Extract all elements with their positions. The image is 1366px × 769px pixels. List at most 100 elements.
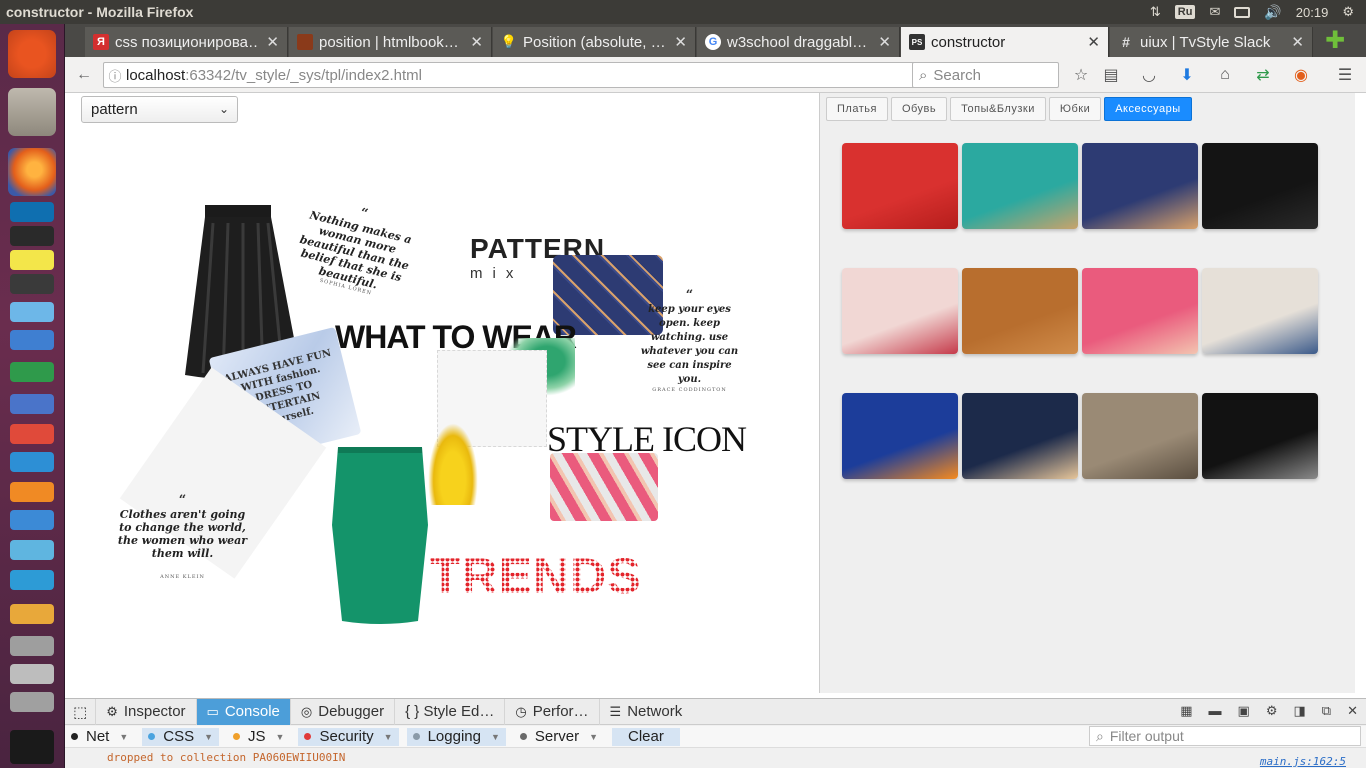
close-icon[interactable]: ✕ xyxy=(1291,33,1304,51)
product-orange-slice-clutch[interactable] xyxy=(842,393,958,479)
console-source-link[interactable]: main.js:162:5 xyxy=(1260,755,1346,768)
filter-net[interactable]: Net ▼ xyxy=(65,728,134,746)
search-input[interactable]: ⌕ Search xyxy=(912,62,1059,88)
tab-style-editor[interactable]: { } Style Ed… xyxy=(395,698,506,725)
close-devtools-icon[interactable]: ✕ xyxy=(1347,703,1358,719)
product-teal-tassel-clutch[interactable] xyxy=(962,143,1078,229)
tab-network[interactable]: ☰ Network xyxy=(600,699,693,725)
tab-skirts[interactable]: Юбки xyxy=(1048,97,1102,121)
tab-constructor[interactable]: PS constructor ✕ xyxy=(901,27,1109,57)
dock-side-icon[interactable]: ◨ xyxy=(1294,703,1306,719)
tab-css-positioning[interactable]: Я css позиционирова… ✕ xyxy=(85,27,288,57)
pocket-icon[interactable]: ◡ xyxy=(1139,65,1159,85)
fonts-icon[interactable] xyxy=(10,482,54,502)
skype-icon[interactable] xyxy=(10,452,54,472)
sync-arrows-icon[interactable]: ⇄ xyxy=(1253,65,1273,85)
firefox-icon[interactable] xyxy=(8,148,56,196)
product-floral-clutch[interactable] xyxy=(842,268,958,354)
undock-icon[interactable]: ⧉ xyxy=(1322,703,1331,719)
filter-output-input[interactable]: ⌕ Filter output xyxy=(1089,726,1361,746)
volume-icon[interactable]: 🔊 xyxy=(1264,4,1281,21)
dropdown-arrow-icon[interactable]: ▼ xyxy=(589,732,598,742)
product-navy-print-clutch[interactable] xyxy=(1082,143,1198,229)
new-tab-plus-icon[interactable]: ✚ xyxy=(1320,27,1350,57)
app4-icon[interactable] xyxy=(10,604,54,624)
quote-coddington-card[interactable]: “ keep your eyes open. keep watching. us… xyxy=(637,288,742,393)
settings-icon[interactable] xyxy=(10,330,54,350)
dropdown-arrow-icon[interactable]: ▼ xyxy=(491,732,500,742)
close-icon[interactable]: ✕ xyxy=(266,33,279,51)
product-black-clutch[interactable] xyxy=(1202,143,1318,229)
yellow-splash-image[interactable] xyxy=(428,423,478,505)
clock[interactable]: 20:19 xyxy=(1296,5,1329,20)
split-console-icon[interactable]: ▬ xyxy=(1209,703,1222,719)
app3-icon[interactable] xyxy=(10,570,54,590)
url-bar[interactable]: ⓘ localhost :63342/tv_style/_sys/tpl/ind… xyxy=(103,62,971,88)
dropdown-arrow-icon[interactable]: ▼ xyxy=(276,732,285,742)
terminal-icon[interactable] xyxy=(10,250,54,270)
filter-js[interactable]: JS ▼ xyxy=(227,728,290,746)
tab-slack[interactable]: # uiux | TvStyle Slack ✕ xyxy=(1110,27,1313,57)
product-studded-black-clutch[interactable] xyxy=(1202,393,1318,479)
workspace-icon[interactable] xyxy=(10,636,54,656)
tab-position-absolute[interactable]: 💡 Position (absolute, … ✕ xyxy=(493,27,696,57)
gear-icon[interactable]: ⚙ xyxy=(1266,703,1278,719)
reading-list-icon[interactable]: ▤ xyxy=(1101,65,1121,85)
pycharm-icon[interactable] xyxy=(10,226,54,246)
workspace3-icon[interactable] xyxy=(10,692,54,712)
tab-htmlbook[interactable]: position | htmlbook… ✕ xyxy=(289,27,492,57)
filter-server[interactable]: Server ▼ xyxy=(514,728,604,746)
pink-triangle-clutch-image[interactable] xyxy=(550,453,658,521)
green-pencil-skirt-image[interactable] xyxy=(330,445,430,625)
dropdown-arrow-icon[interactable]: ▼ xyxy=(384,732,393,742)
keyboard-layout-indicator[interactable]: Ru xyxy=(1174,5,1196,19)
product-pink-triangle-clutch[interactable] xyxy=(1082,268,1198,354)
impress-icon[interactable] xyxy=(10,424,54,444)
power-gear-icon[interactable]: ⚙ xyxy=(1342,4,1354,20)
tab-debugger[interactable]: ◎ Debugger xyxy=(291,698,396,725)
product-tribal-clutch[interactable] xyxy=(962,393,1078,479)
ubuntu-dash-icon[interactable] xyxy=(8,30,56,78)
website-copier-icon[interactable] xyxy=(10,730,54,764)
tab-tops-blouses[interactable]: Топы&Блузки xyxy=(950,97,1046,121)
software-icon[interactable] xyxy=(10,302,54,322)
product-snakeskin-clutch[interactable] xyxy=(1082,393,1198,479)
home-icon[interactable]: ⌂ xyxy=(1215,65,1235,85)
product-paisley-clutch[interactable] xyxy=(1202,268,1318,354)
filter-security[interactable]: Security ▼ xyxy=(298,727,399,746)
files-icon[interactable] xyxy=(8,88,56,136)
tab-inspector[interactable]: ⚙ Inspector xyxy=(96,698,197,725)
mail-icon[interactable]: ✉ xyxy=(1209,4,1220,20)
close-icon[interactable]: ✕ xyxy=(878,33,891,51)
quote-klein-card[interactable]: “ Clothes aren't going to change the wor… xyxy=(115,493,250,608)
trends-title[interactable]: TRENDS xyxy=(430,547,642,605)
layout-icon[interactable]: ▦ xyxy=(1180,703,1192,719)
dropdown-arrow-icon[interactable]: ▼ xyxy=(119,732,128,742)
tab-shoes[interactable]: Обувь xyxy=(890,97,948,121)
extension-icon[interactable]: ◉ xyxy=(1291,65,1311,85)
close-icon[interactable]: ✕ xyxy=(1087,33,1100,51)
tab-dresses[interactable]: Платья xyxy=(826,97,888,121)
menu-hamburger-icon[interactable]: ☰ xyxy=(1335,65,1355,85)
clear-button[interactable]: Clear xyxy=(612,727,680,746)
calc-icon[interactable] xyxy=(10,362,54,382)
workspace2-icon[interactable] xyxy=(10,664,54,684)
webstorm-icon[interactable] xyxy=(10,202,54,222)
info-icon[interactable]: ⓘ xyxy=(104,66,126,85)
download-icon[interactable]: ⬇ xyxy=(1177,65,1197,85)
filter-logging[interactable]: Logging ▼ xyxy=(406,727,506,746)
filter-css[interactable]: CSS ▼ xyxy=(142,727,220,746)
tab-w3school[interactable]: G w3school draggabl… ✕ xyxy=(697,27,900,57)
editor-icon[interactable] xyxy=(10,274,54,294)
product-red-clutch[interactable] xyxy=(842,143,958,229)
tab-performance[interactable]: ◷ Perfor… xyxy=(505,698,600,725)
responsive-icon[interactable]: ▣ xyxy=(1238,703,1250,719)
app-icon[interactable] xyxy=(10,510,54,530)
close-icon[interactable]: ✕ xyxy=(674,33,687,51)
close-icon[interactable]: ✕ xyxy=(470,33,483,51)
dropdown-arrow-icon[interactable]: ▼ xyxy=(204,732,213,742)
network-arrows-icon[interactable]: ⇅ xyxy=(1150,4,1161,20)
bookmark-star-icon[interactable]: ☆ xyxy=(1071,65,1091,85)
product-studded-tan-clutch[interactable] xyxy=(962,268,1078,354)
pick-element-icon[interactable]: ⬚ xyxy=(65,698,97,725)
